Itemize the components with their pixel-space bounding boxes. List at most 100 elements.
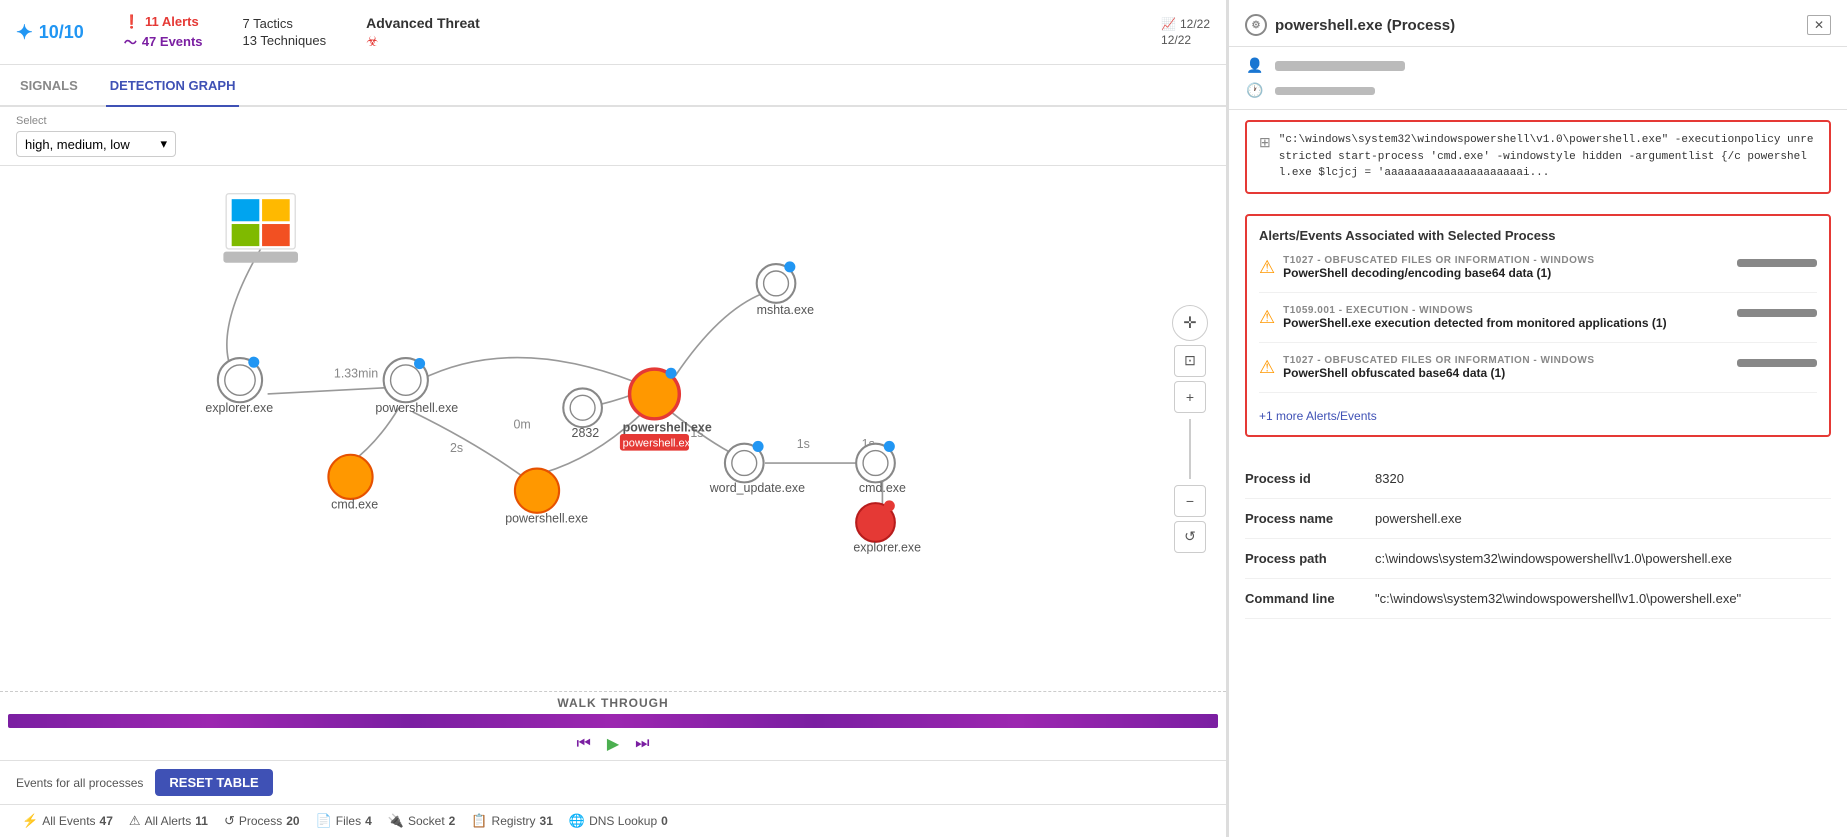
zoom-in-control[interactable]: + [1174,381,1206,413]
svg-text:powershell.exe: powershell.exe [375,401,458,415]
tab-detection-graph[interactable]: DETECTION GRAPH [106,65,240,107]
svg-text:cmd.exe: cmd.exe [331,498,378,512]
all-events-count: 47 [100,814,113,828]
files-label: Files [336,814,361,828]
event-tab-files[interactable]: 📄 Files 4 [310,811,378,831]
svg-text:2s: 2s [450,441,463,455]
files-count: 4 [365,814,372,828]
svg-text:word_update.exe: word_update.exe [709,481,805,495]
graph-area[interactable]: 1.33min 0m 2s 1s 1s 1s explorer.exe [0,166,1226,691]
events-line[interactable]: 〜 47 Events [124,32,203,51]
graph-icon: 📈 [1161,17,1176,31]
map-controls: ✛ ⊡ + − ↺ [1172,305,1208,553]
tab-signals[interactable]: SIGNALS [16,65,82,107]
clock-icon: 🕐 [1245,82,1265,99]
reset-table-button[interactable]: RESET TABLE [155,769,272,796]
all-alerts-label: All Alerts [145,814,192,828]
alert-meta-bar-0 [1737,259,1817,267]
event-tab-socket[interactable]: 🔌 Socket 2 [382,811,462,831]
pan-control[interactable]: ✛ [1172,305,1208,341]
process-icon: ↺ [224,813,235,829]
alert-content-2: T1027 - OBFUSCATED FILES OR INFORMATION … [1283,355,1729,380]
alerts-box-title: Alerts/Events Associated with Selected P… [1259,228,1817,243]
warning-icon-2: ⚠ [1259,357,1275,378]
command-text: "c:\windows\system32\windowspowershell\v… [1279,132,1817,182]
graph-svg: 1.33min 0m 2s 1s 1s 1s explorer.exe [0,166,1226,691]
svg-text:cmd.exe: cmd.exe [859,481,906,495]
svg-text:mshta.exe: mshta.exe [757,303,814,317]
user-bar [1275,61,1405,71]
filter-select[interactable]: high, medium, low ▾ [16,131,176,157]
registry-icon: 📋 [471,813,487,829]
filter-label: Select [16,115,1210,127]
walkthrough-bar: WALK THROUGH [0,691,1226,714]
right-title: ⚙ powershell.exe (Process) [1245,14,1455,36]
tactics-section: 7 Tactics 13 Techniques [243,16,327,48]
date1: 12/22 [1180,17,1210,31]
alert-item-2[interactable]: ⚠ T1027 - OBFUSCATED FILES OR INFORMATIO… [1259,355,1817,393]
socket-icon: 🔌 [388,813,404,829]
command-box: ⊞ "c:\windows\system32\windowspowershell… [1245,120,1831,194]
process-id-val: 8320 [1375,471,1404,486]
socket-count: 2 [449,814,456,828]
alert-desc-2: PowerShell obfuscated base64 data (1) [1283,366,1729,380]
close-button[interactable]: ✕ [1807,15,1831,35]
rewind-button[interactable]: ⏮ [576,735,590,753]
process-circle-icon: ⚙ [1245,14,1267,36]
tactics-count: 7 Tactics [243,16,327,31]
alert-desc-1: PowerShell.exe execution detected from m… [1283,316,1729,330]
techniques-count: 13 Techniques [243,33,327,48]
right-panel: ⚙ powershell.exe (Process) ✕ 👤 🕐 ⊞ "c:\w… [1227,0,1847,837]
svg-text:powershell.exe: powershell.exe [623,420,712,434]
all-events-label: All Events [42,814,95,828]
alerts-box: Alerts/Events Associated with Selected P… [1245,214,1831,437]
command-line-key: Command line [1245,591,1375,606]
alert-item-0[interactable]: ⚠ T1027 - OBFUSCATED FILES OR INFORMATIO… [1259,255,1817,293]
dns-label: DNS Lookup [589,814,657,828]
all-alerts-count: 11 [195,814,208,828]
more-alerts-link[interactable]: +1 more Alerts/Events [1259,409,1377,423]
process-path-val: c:\windows\system32\windowspowershell\v1… [1375,551,1732,566]
right-header: ⚙ powershell.exe (Process) ✕ [1229,0,1847,47]
event-tab-process[interactable]: ↺ Process 20 [218,811,306,831]
alert-item-1[interactable]: ⚠ T1059.001 - EXECUTION - WINDOWS PowerS… [1259,305,1817,343]
threat-label: Advanced Threat [366,15,480,31]
tabs-bar: SIGNALS DETECTION GRAPH [0,65,1226,107]
event-tab-dns-lookup[interactable]: 🌐 DNS Lookup 0 [563,811,674,831]
alert-tag-0: T1027 - OBFUSCATED FILES OR INFORMATION … [1283,255,1729,266]
event-tab-all-events[interactable]: ⚡ All Events 47 [16,811,119,831]
dns-icon: 🌐 [569,813,585,829]
events-wave-icon: 〜 [124,32,137,51]
alert-content-1: T1059.001 - EXECUTION - WINDOWS PowerShe… [1283,305,1729,330]
playback-controls: ⏮ ▶ ⏭ [0,728,1226,760]
refresh-control[interactable]: ↺ [1174,521,1206,553]
alert-meta-bar-2 [1737,359,1817,367]
detail-row-process-id: Process id 8320 [1245,459,1831,499]
timeline-bar[interactable] [8,714,1218,728]
svg-text:1s: 1s [797,437,810,451]
filter-row: Select high, medium, low ▾ [0,107,1226,166]
all-alerts-icon: ⚠ [129,813,141,829]
fit-control[interactable]: ⊡ [1174,345,1206,377]
terminal-icon: ⊞ [1259,134,1271,182]
alert-tag-2: T1027 - OBFUSCATED FILES OR INFORMATION … [1283,355,1729,366]
event-tab-all-alerts[interactable]: ⚠ All Alerts 11 [123,811,214,831]
all-events-icon: ⚡ [22,813,38,829]
bottom-label: Events for all processes [16,776,143,790]
alerts-line[interactable]: ❗ 11 Alerts [124,14,203,30]
bottom-bar: Events for all processes RESET TABLE [0,760,1226,804]
biohazard-icon: ☣ [366,33,480,50]
svg-text:2832: 2832 [572,426,600,440]
detail-row-process-path: Process path c:\windows\system32\windows… [1245,539,1831,579]
top-bar: ✦ 10/10 ❗ 11 Alerts 〜 47 Events 7 Tactic… [0,0,1226,65]
svg-text:powershell.exe: powershell.exe [505,511,588,525]
info-row-time: 🕐 [1245,82,1831,99]
svg-text:0m: 0m [514,418,531,432]
fast-forward-button[interactable]: ⏭ [635,735,649,753]
chevron-down-icon: ▾ [160,136,167,152]
threat-section: Advanced Threat ☣ [366,15,480,50]
zoom-out-control[interactable]: − [1174,485,1206,517]
play-button[interactable]: ▶ [607,734,619,754]
event-tab-registry[interactable]: 📋 Registry 31 [465,811,559,831]
process-label: Process [239,814,282,828]
